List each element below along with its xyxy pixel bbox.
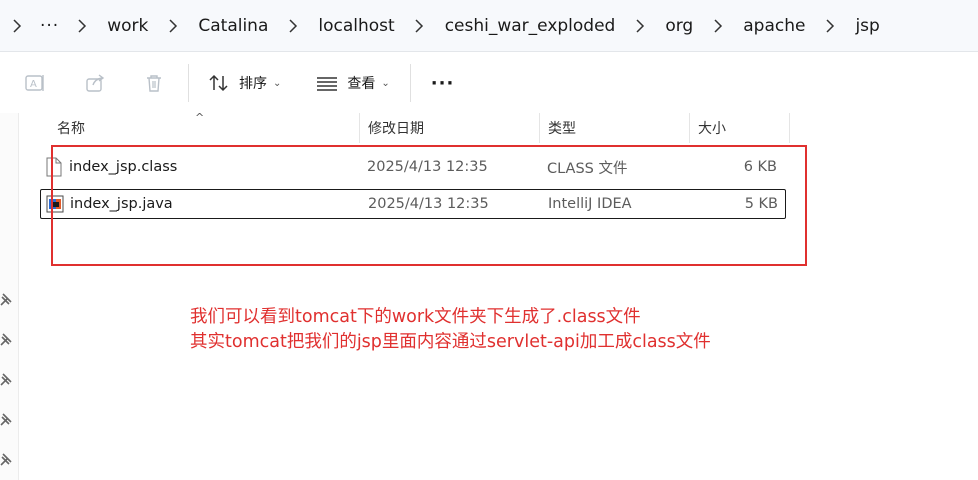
- column-header-size[interactable]: 大小: [690, 113, 790, 143]
- breadcrumb-item-ceshi-war-exploded[interactable]: ceshi_war_exploded: [433, 16, 628, 36]
- breadcrumb-item-catalina[interactable]: Catalina: [186, 16, 280, 36]
- sort-ascending-icon: ^: [195, 111, 205, 124]
- column-header-name[interactable]: ^ 名称: [45, 111, 360, 143]
- annotation-line-2: 其实tomcat把我们的jsp里面内容通过servlet-api加工成class…: [190, 332, 711, 352]
- sort-button[interactable]: 排序 ⌄: [207, 68, 281, 98]
- pin-icon[interactable]: [0, 451, 14, 466]
- breadcrumb-item-localhost[interactable]: localhost: [306, 16, 406, 36]
- sort-icon: [207, 68, 231, 98]
- chevron-down-icon: ⌄: [273, 77, 282, 89]
- pin-icon[interactable]: [0, 331, 14, 346]
- pin-icon[interactable]: [0, 291, 14, 306]
- breadcrumb: ··· work Catalina localhost ceshi_war_ex…: [0, 0, 978, 52]
- chevron-down-icon: ⌄: [381, 77, 390, 89]
- view-button[interactable]: 查看 ⌄: [315, 68, 390, 98]
- chevron-right-icon[interactable]: [407, 18, 433, 33]
- toolbar-divider: [188, 64, 189, 102]
- annotation-note: 我们可以看到tomcat下的work文件夹下生成了.class文件 其实tomc…: [190, 305, 711, 355]
- view-label: 查看: [347, 76, 376, 92]
- column-header-size-label: 大小: [698, 121, 726, 137]
- svg-text:A: A: [30, 79, 37, 90]
- trash-icon[interactable]: [139, 68, 169, 98]
- pin-icon[interactable]: [0, 411, 14, 426]
- chevron-right-icon[interactable]: [69, 18, 95, 33]
- chevron-right-icon[interactable]: [280, 18, 306, 33]
- column-header-row: ^ 名称 修改日期 类型 大小: [45, 111, 790, 143]
- sort-label: 排序: [239, 76, 267, 92]
- annotation-line-1: 我们可以看到tomcat下的work文件夹下生成了.class文件: [190, 307, 641, 327]
- breadcrumb-item-work[interactable]: work: [95, 16, 160, 36]
- breadcrumb-item-apache[interactable]: apache: [731, 16, 817, 36]
- breadcrumb-item-org[interactable]: org: [653, 16, 705, 36]
- command-bar: A 排序 ⌄ 查看 ⌄ ···: [0, 53, 978, 113]
- view-list-icon: [315, 68, 339, 98]
- rename-icon[interactable]: A: [20, 68, 50, 98]
- chevron-right-icon[interactable]: [817, 18, 843, 33]
- share-icon[interactable]: [80, 68, 110, 98]
- toolbar-divider: [409, 64, 411, 102]
- navigation-pane[interactable]: [0, 113, 19, 480]
- pin-icon[interactable]: [0, 371, 14, 386]
- chevron-right-icon[interactable]: [160, 18, 186, 33]
- annotation-highlight-box: [51, 145, 807, 266]
- chevron-right-icon[interactable]: [4, 18, 30, 33]
- breadcrumb-overflow[interactable]: ···: [30, 16, 69, 36]
- column-header-name-label: 名称: [57, 121, 85, 137]
- column-header-date-label: 修改日期: [368, 121, 424, 137]
- breadcrumb-item-jsp[interactable]: jsp: [843, 16, 891, 36]
- chevron-right-icon[interactable]: [627, 18, 653, 33]
- more-options-button[interactable]: ···: [431, 73, 455, 94]
- column-header-type-label: 类型: [548, 121, 576, 137]
- chevron-right-icon[interactable]: [705, 18, 731, 33]
- column-header-type[interactable]: 类型: [540, 113, 690, 143]
- column-header-date[interactable]: 修改日期: [360, 113, 540, 143]
